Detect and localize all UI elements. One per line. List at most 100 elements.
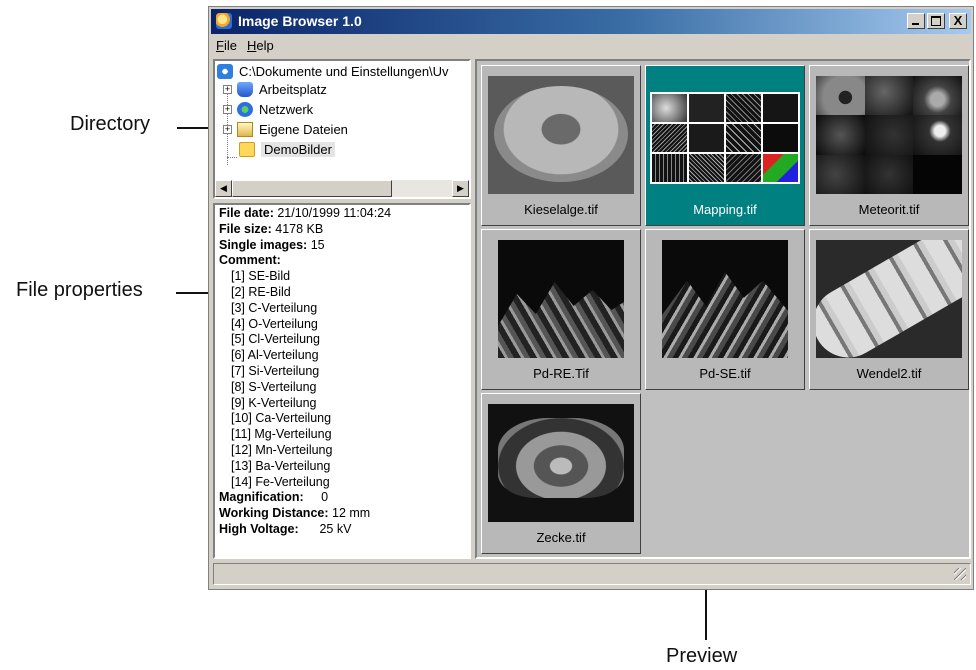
close-button[interactable]: X — [949, 13, 967, 29]
comment-line: [9] K-Verteilung — [231, 395, 317, 410]
tree-root[interactable]: C:\Dokumente und Einstellungen\Uv — [217, 62, 449, 80]
expand-icon[interactable]: + — [223, 85, 232, 94]
file-size-label: File size: — [219, 221, 272, 236]
thumbnail-zecke[interactable]: Zecke.tif — [481, 393, 641, 554]
expand-icon[interactable]: + — [223, 125, 232, 134]
thumbnail-image — [488, 404, 634, 522]
thumbnail-image — [816, 76, 962, 194]
tree-connector — [227, 157, 237, 158]
horizontal-scrollbar[interactable]: ◀ ▶ — [215, 180, 469, 197]
drive-icon — [217, 63, 233, 79]
network-icon — [237, 101, 253, 117]
comment-label: Comment: — [219, 253, 465, 269]
tree-root-label: C:\Dokumente und Einstellungen\Uv — [239, 63, 449, 79]
documents-icon — [237, 121, 253, 137]
crystal-shape — [662, 272, 788, 358]
coil-shape — [816, 240, 962, 358]
magnification-label: Magnification: — [219, 490, 304, 505]
window-title: Image Browser 1.0 — [238, 13, 362, 29]
comment-line: [2] RE-Bild — [231, 284, 291, 299]
thumbnail-caption: Kieselalge.tif — [524, 202, 598, 217]
thumbnail-meteorit[interactable]: Meteorit.tif — [809, 65, 969, 226]
high-voltage-value: 25 kV — [319, 521, 352, 536]
file-properties-panel: File date: 21/10/1999 11:04:24 File size… — [213, 203, 471, 559]
app-icon — [216, 13, 232, 29]
tree-item-label: Arbeitsplatz — [259, 81, 327, 97]
comment-line: [11] Mg-Verteilung — [231, 427, 332, 442]
file-date-row: File date: 21/10/1999 11:04:24 — [219, 206, 465, 222]
title-bar[interactable]: Image Browser 1.0 X — [211, 9, 971, 34]
scroll-thumb[interactable] — [232, 180, 392, 197]
tree-item-demobilder[interactable]: DemoBilder — [239, 140, 335, 158]
comment-line: [12] Mn-Verteilung — [231, 442, 333, 457]
comment-line: [13] Ba-Verteilung — [231, 458, 331, 473]
comment-line: [10] Ca-Verteilung — [231, 411, 332, 426]
menu-bar: File Help — [211, 36, 279, 56]
minimize-button[interactable] — [907, 13, 925, 29]
thumbnail-wendel2[interactable]: Wendel2.tif — [809, 229, 969, 390]
preview-callout-label: Preview — [666, 645, 738, 667]
thumbnail-caption: Wendel2.tif — [856, 366, 922, 381]
directory-tree[interactable]: C:\Dokumente und Einstellungen\Uv + Arbe… — [213, 59, 471, 199]
thumbnail-pd-se[interactable]: Pd-SE.tif — [645, 229, 805, 390]
resize-grip-icon[interactable] — [954, 568, 966, 580]
comment-line: [4] O-Verteilung — [231, 316, 318, 331]
magnification-value: 0 — [321, 490, 329, 505]
thumbnail-caption: Zecke.tif — [536, 530, 586, 545]
folder-icon — [239, 141, 255, 157]
thumbnail-image — [662, 240, 788, 358]
thumbnail-pd-re[interactable]: Pd-RE.Tif — [481, 229, 641, 390]
image-browser-window: Image Browser 1.0 X File Help C:\Dokumen… — [208, 6, 974, 590]
diatom-shape — [494, 86, 628, 182]
menu-help[interactable]: Help — [242, 36, 279, 56]
menu-file[interactable]: File — [211, 36, 242, 56]
comment-line: [7] Si-Verteilung — [231, 363, 320, 378]
maximize-button[interactable] — [927, 13, 945, 29]
high-voltage-label: High Voltage: — [219, 521, 299, 536]
close-icon: X — [953, 13, 963, 28]
working-distance-label: Working Distance: — [219, 506, 329, 521]
file-size-value: 4178 KB — [275, 221, 324, 236]
file-date-label: File date: — [219, 206, 274, 220]
file-properties-callout-label: File properties — [16, 279, 143, 301]
high-voltage-row: High Voltage: 25 kV — [219, 522, 465, 538]
thumbnail-caption: Meteorit.tif — [858, 202, 920, 217]
tree-item-netzwerk[interactable]: Netzwerk — [237, 100, 313, 118]
expand-icon[interactable]: + — [223, 105, 232, 114]
thumbnail-mapping[interactable]: Mapping.tif — [645, 65, 805, 226]
thumbnail-image — [498, 240, 624, 358]
preview-pane: Kieselalge.tif Mapping.tif Meteorit.tif … — [475, 59, 971, 559]
status-bar — [213, 563, 971, 585]
tree-item-arbeitsplatz[interactable]: Arbeitsplatz — [237, 80, 327, 98]
tree-item-label: Netzwerk — [259, 101, 314, 117]
thumbnail-caption: Pd-RE.Tif — [533, 366, 589, 381]
single-images-label: Single images: — [219, 237, 308, 252]
comment-line: [3] C-Verteilung — [231, 300, 318, 315]
working-distance-row: Working Distance: 12 mm — [219, 506, 465, 522]
computer-icon — [237, 81, 253, 97]
magnification-row: Magnification: 0 — [219, 490, 465, 506]
comment-line: [5] Cl-Verteilung — [231, 332, 320, 347]
thumbnail-image — [816, 240, 962, 358]
crystal-shape — [498, 282, 624, 358]
comment-line: [1] SE-Bild — [231, 269, 291, 284]
file-size-row: File size: 4178 KB — [219, 222, 465, 238]
comment-label-text: Comment: — [219, 253, 281, 268]
mapping-grid — [652, 94, 798, 182]
file-date-value: 21/10/1999 11:04:24 — [277, 206, 392, 220]
meteorit-grid — [816, 76, 962, 194]
scroll-right-button[interactable]: ▶ — [452, 180, 469, 197]
working-distance-value: 12 mm — [332, 506, 371, 521]
tree-item-label: DemoBilder — [261, 141, 335, 157]
thumbnail-kieselalge[interactable]: Kieselalge.tif — [481, 65, 641, 226]
single-images-row: Single images: 15 — [219, 238, 465, 254]
scroll-left-button[interactable]: ◀ — [215, 180, 232, 197]
thumbnail-caption: Pd-SE.tif — [699, 366, 751, 381]
tick-shape — [498, 418, 624, 498]
thumbnail-image — [650, 92, 800, 184]
thumbnail-image — [488, 76, 634, 194]
tree-item-label: Eigene Dateien — [259, 121, 348, 137]
single-images-value: 15 — [310, 237, 325, 252]
thumbnail-caption: Mapping.tif — [693, 202, 757, 217]
tree-item-eigene-dateien[interactable]: Eigene Dateien — [237, 120, 348, 138]
